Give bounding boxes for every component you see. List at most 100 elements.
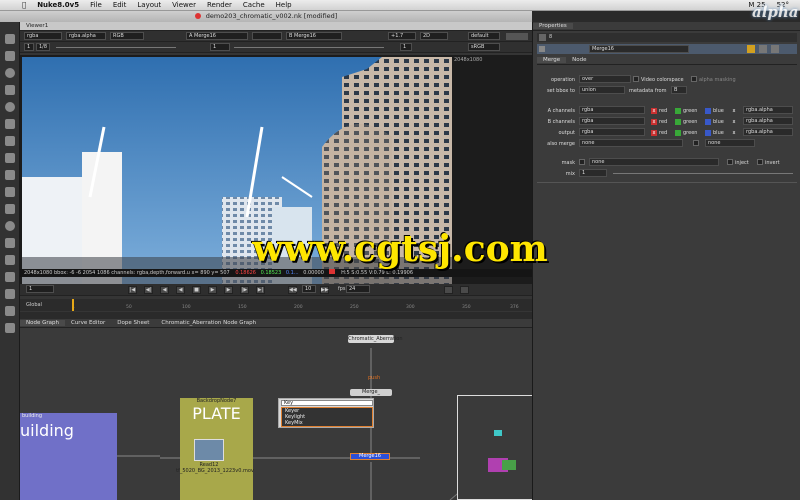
backdrop-plate[interactable]: BackdropNode7 PLATE Read12 tf_5020_BG_20… — [176, 398, 254, 500]
node-graph-pane[interactable]: Node Graph Curve Editor Dope Sheet Chrom… — [20, 319, 532, 500]
out-blue-toggle[interactable] — [705, 130, 711, 136]
furnace-tool-icon[interactable] — [5, 306, 15, 316]
inject-checkbox[interactable] — [727, 159, 733, 165]
transform-tool-icon[interactable] — [5, 170, 15, 180]
b-green-toggle[interactable] — [675, 119, 681, 125]
particles-tool-icon[interactable] — [5, 204, 15, 214]
tab-node[interactable]: Node — [566, 57, 592, 63]
also-merge-checkbox[interactable] — [693, 140, 699, 146]
channel-tool-icon[interactable] — [5, 85, 15, 95]
menu-layout[interactable]: Layout — [137, 1, 161, 9]
gamma-slider[interactable] — [234, 47, 384, 48]
other-tool-icon[interactable] — [5, 289, 15, 299]
b-alpha-select[interactable]: rgba.alpha — [743, 117, 793, 125]
mini-node[interactable] — [502, 460, 516, 470]
mask-select[interactable]: none — [589, 158, 719, 166]
merge-node[interactable]: Merge16 — [350, 453, 390, 460]
tab-chromatic-node-graph[interactable]: Chromatic_Aberration Node Graph — [155, 320, 262, 326]
read-thumbnail[interactable] — [194, 439, 224, 461]
output-select[interactable]: rgba — [579, 128, 645, 136]
out-alpha-toggle[interactable]: x — [731, 130, 737, 136]
stop-button[interactable]: ■ — [192, 286, 201, 294]
plugins-tool-icon[interactable] — [5, 323, 15, 333]
play-forward-button[interactable]: ▶ — [208, 286, 217, 294]
draw-tool-icon[interactable] — [5, 51, 15, 61]
wipe-select[interactable] — [252, 32, 282, 40]
gain-slider[interactable] — [56, 47, 176, 48]
a-blue-toggle[interactable] — [705, 108, 711, 114]
tab-viewer1[interactable]: Viewer1 — [20, 23, 54, 29]
alpha-select[interactable]: rgba.alpha — [66, 32, 106, 40]
chromatic-group-node[interactable]: Chromatic_Aberration — [348, 335, 403, 343]
global-label[interactable]: Global — [26, 302, 42, 308]
gamma-field[interactable]: 1 — [210, 43, 230, 51]
menu-app[interactable]: Nuke8.0v5 — [37, 1, 79, 9]
set-bbox-select[interactable]: union — [579, 86, 625, 94]
backdrop-building[interactable]: building uilding — [20, 413, 117, 500]
close-icon[interactable] — [194, 13, 201, 19]
current-frame-field[interactable]: 1 — [26, 285, 54, 293]
out-green-toggle[interactable] — [675, 130, 681, 136]
result-keymix[interactable]: KeyMix — [282, 420, 372, 426]
mask-checkbox[interactable] — [579, 159, 585, 165]
proxy-field[interactable]: 1/8 — [36, 43, 50, 51]
prev-keyframe-button[interactable]: ◀| — [144, 286, 153, 294]
a-channels-select[interactable]: rgba — [579, 106, 645, 114]
3d-tool-icon[interactable] — [5, 187, 15, 197]
input-b-select[interactable]: B Merge16 — [286, 32, 342, 40]
last-frame-button[interactable]: ▶| — [256, 286, 265, 294]
a-alpha-select[interactable]: rgba.alpha — [743, 106, 793, 114]
node-search-input[interactable]: Key — [281, 400, 373, 406]
mix-field[interactable]: 1 — [579, 169, 607, 177]
gain-field[interactable]: +1.7 — [388, 32, 416, 40]
prev-frame-button[interactable]: ◀ — [160, 286, 169, 294]
tab-node-graph[interactable]: Node Graph — [20, 320, 65, 326]
time-tool-icon[interactable] — [5, 68, 15, 78]
zoom-field[interactable]: 1 — [400, 43, 412, 51]
frame-field[interactable]: 1 — [24, 43, 34, 51]
playhead[interactable] — [72, 299, 74, 311]
tab-curve-editor[interactable]: Curve Editor — [65, 320, 111, 326]
color-picker-icon[interactable] — [747, 45, 755, 53]
tab-properties[interactable]: Properties — [533, 23, 573, 29]
metadata-select[interactable]: B — [671, 86, 687, 94]
b-channels-select[interactable]: rgba — [579, 117, 645, 125]
color-tool-icon[interactable] — [5, 102, 15, 112]
apple-icon[interactable]:  — [22, 1, 26, 9]
keyer-tool-icon[interactable] — [5, 136, 15, 146]
merge-tool-icon[interactable] — [5, 153, 15, 163]
menu-cache[interactable]: Cache — [243, 1, 265, 9]
filter-tool-icon[interactable] — [5, 119, 15, 129]
next-frame-button[interactable]: ▶ — [224, 286, 233, 294]
channels-select[interactable]: rgba — [24, 32, 62, 40]
collapse-icon[interactable] — [539, 46, 545, 52]
lock-icon[interactable] — [539, 34, 546, 41]
view-buttons[interactable] — [506, 33, 528, 40]
grade-node[interactable]: Merge_ — [350, 389, 392, 396]
close-panel-icon[interactable] — [771, 45, 779, 53]
display-select[interactable]: 2D — [420, 32, 448, 40]
video-colorspace-checkbox[interactable] — [633, 76, 639, 82]
increment-field[interactable]: 10 — [302, 285, 316, 293]
loop-button[interactable] — [444, 286, 453, 294]
first-frame-button[interactable]: |◀ — [128, 286, 137, 294]
lut-label[interactable]: sRGB — [468, 43, 500, 51]
play-backward-button[interactable]: ◀ — [176, 286, 185, 294]
b-red-toggle[interactable]: x — [651, 119, 657, 125]
image-tool-icon[interactable] — [5, 34, 15, 44]
tab-merge[interactable]: Merge — [537, 57, 567, 63]
fps-field[interactable]: 24 — [346, 285, 370, 293]
b-alpha-toggle[interactable]: x — [731, 119, 737, 125]
backdrop-right[interactable] — [457, 395, 532, 500]
timeline-ruler[interactable]: 1 50 100 150 200 250 300 350 376 — [70, 299, 528, 311]
b-blue-toggle[interactable] — [705, 119, 711, 125]
float-icon[interactable] — [759, 45, 767, 53]
alpha-masking-checkbox[interactable] — [691, 76, 697, 82]
menu-file[interactable]: File — [90, 1, 102, 9]
also-merge-select[interactable]: none — [579, 139, 683, 147]
menu-render[interactable]: Render — [207, 1, 232, 9]
a-alpha-toggle[interactable]: x — [731, 108, 737, 114]
mini-node[interactable] — [494, 430, 502, 436]
operation-select[interactable]: over — [579, 75, 631, 83]
a-green-toggle[interactable] — [675, 108, 681, 114]
